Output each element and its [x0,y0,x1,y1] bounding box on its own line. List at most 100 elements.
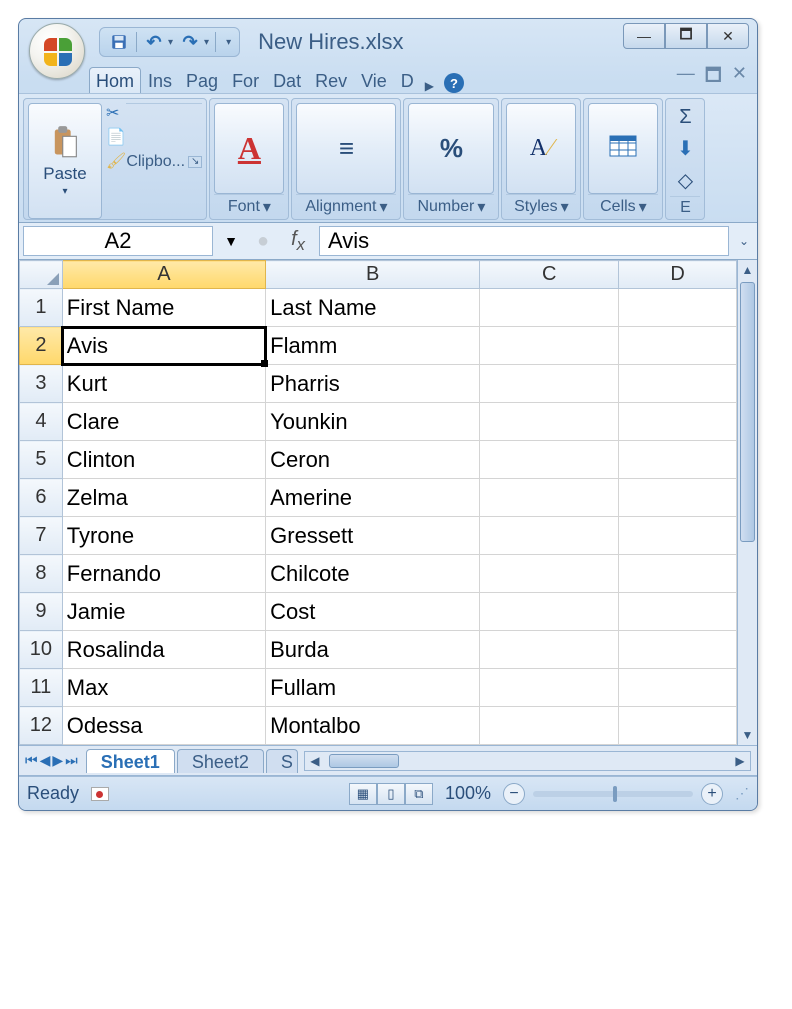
grid[interactable]: A B C D 1First NameLast Name2AvisFlamm3K… [19,260,737,745]
cancel-edit-button[interactable]: ● [257,230,269,253]
cell[interactable]: Cost [266,593,480,631]
formula-expand-button[interactable]: ⌄ [735,234,753,248]
restore-button[interactable]: 🗖 [665,23,707,49]
doc-close-button[interactable]: ✕ [732,63,747,93]
cell[interactable] [480,479,619,517]
tab-review[interactable]: Rev [308,67,354,93]
view-page-break-button[interactable]: ⧉ [405,783,433,805]
col-header-b[interactable]: B [266,261,480,289]
cell[interactable]: Flamm [266,327,480,365]
cell[interactable] [480,707,619,745]
alignment-button[interactable]: ≡ [296,103,396,194]
row-header[interactable]: 4 [20,403,63,441]
row-header[interactable]: 5 [20,441,63,479]
row-header[interactable]: 6 [20,479,63,517]
cell[interactable] [619,289,737,327]
cell[interactable] [480,289,619,327]
cell[interactable]: Odessa [62,707,265,745]
cell[interactable] [480,517,619,555]
select-all-corner[interactable] [20,261,63,289]
format-painter-button[interactable]: 🖌 [106,151,126,171]
scroll-up-icon[interactable]: ▲ [738,260,757,280]
cell[interactable] [619,593,737,631]
cell[interactable] [480,593,619,631]
tab-view[interactable]: Vie [354,67,394,93]
scrollbar-thumb[interactable] [740,282,755,542]
cell[interactable] [480,441,619,479]
cell[interactable] [619,403,737,441]
cell[interactable]: Clare [62,403,265,441]
row-header[interactable]: 2 [20,327,63,365]
cell[interactable] [480,631,619,669]
tab-formulas[interactable]: For [225,67,266,93]
save-button[interactable] [108,31,130,53]
tab-insert[interactable]: Ins [141,67,179,93]
zoom-in-button[interactable]: + [701,783,723,805]
cell[interactable]: Ceron [266,441,480,479]
sheet-tab-1[interactable]: Sheet1 [86,749,175,773]
redo-more-icon[interactable]: ▾ [204,37,209,48]
cell[interactable] [619,327,737,365]
hscroll-thumb[interactable] [329,754,399,768]
cell[interactable]: Burda [266,631,480,669]
minimize-button[interactable]: — [623,23,665,49]
sheet-nav-first[interactable]: ⏮ [25,752,38,769]
styles-button[interactable]: A⁄ [506,103,576,194]
name-box[interactable]: A2 [23,226,213,256]
cells-button[interactable] [588,103,658,194]
tab-scroll-right-icon[interactable]: ▶ [423,79,436,93]
cell[interactable] [480,327,619,365]
row-header[interactable]: 7 [20,517,63,555]
formula-input[interactable]: Avis [319,226,729,256]
row-header[interactable]: 8 [20,555,63,593]
undo-button[interactable]: ↶ [143,31,165,53]
sheet-tab-3[interactable]: S [266,749,298,773]
row-header[interactable]: 3 [20,365,63,403]
scroll-left-icon[interactable]: ◀ [305,754,325,768]
fx-label[interactable]: fx [291,228,305,255]
cell[interactable]: Fernando [62,555,265,593]
redo-button[interactable]: ↷ [179,31,201,53]
help-button[interactable]: ? [444,73,464,93]
cell[interactable] [619,365,737,403]
cell[interactable] [619,479,737,517]
cell[interactable]: Younkin [266,403,480,441]
vertical-scrollbar[interactable]: ▲ ▼ [737,260,757,745]
font-button[interactable]: A [214,103,284,194]
sheet-nav-next[interactable]: ▶ [52,752,63,769]
sheet-nav-last[interactable]: ⏭ [65,752,78,769]
view-normal-button[interactable]: ▦ [349,783,377,805]
tab-developer[interactable]: D [394,67,421,93]
cell[interactable]: Tyrone [62,517,265,555]
cell[interactable]: Zelma [62,479,265,517]
scroll-down-icon[interactable]: ▼ [738,725,757,745]
number-button[interactable]: % [408,103,494,194]
qat-customize-icon[interactable]: ▾ [226,37,231,48]
cell[interactable] [480,365,619,403]
cell[interactable]: Jamie [62,593,265,631]
row-header[interactable]: 9 [20,593,63,631]
row-header[interactable]: 11 [20,669,63,707]
cell[interactable]: First Name [62,289,265,327]
doc-restore-button[interactable]: 🗖 [705,63,722,93]
cell[interactable]: Rosalinda [62,631,265,669]
cell[interactable] [619,669,737,707]
cell[interactable] [480,669,619,707]
row-header[interactable]: 1 [20,289,63,327]
cell[interactable] [619,441,737,479]
row-header[interactable]: 12 [20,707,63,745]
col-header-d[interactable]: D [619,261,737,289]
clipboard-dialog-launcher[interactable]: ↘ [188,156,202,168]
cell[interactable]: Fullam [266,669,480,707]
cell[interactable]: Chilcote [266,555,480,593]
office-button[interactable] [29,23,85,79]
cell[interactable]: Last Name [266,289,480,327]
row-header[interactable]: 10 [20,631,63,669]
undo-more-icon[interactable]: ▾ [168,37,173,48]
cell[interactable] [480,403,619,441]
cell[interactable]: Clinton [62,441,265,479]
cell[interactable]: Kurt [62,365,265,403]
cell[interactable] [619,517,737,555]
col-header-a[interactable]: A [62,261,265,289]
cell[interactable] [619,631,737,669]
